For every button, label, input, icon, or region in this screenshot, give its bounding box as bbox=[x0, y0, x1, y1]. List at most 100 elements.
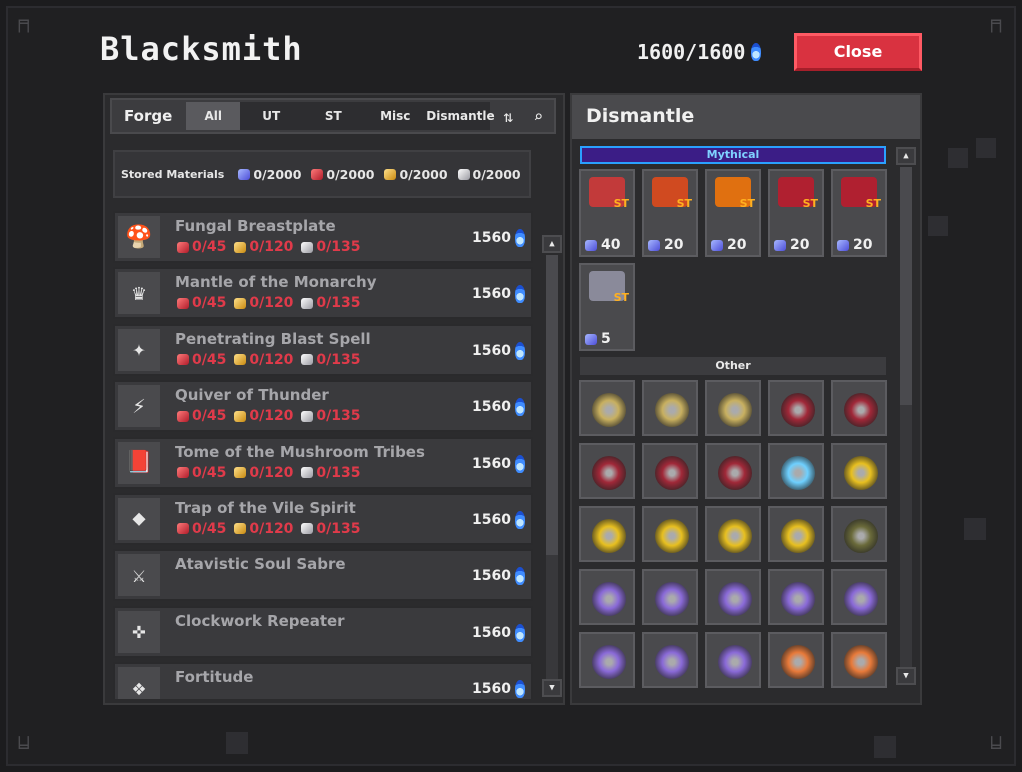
decor-block bbox=[964, 518, 986, 540]
requirement: 0/45 bbox=[177, 352, 226, 368]
scroll-thumb[interactable] bbox=[546, 255, 558, 555]
dismantle-slot[interactable] bbox=[705, 443, 761, 499]
red-crystal-icon bbox=[311, 168, 324, 180]
forge-item-row[interactable]: ◆ Trap of the Vile Spirit 0/45 0/120 0/135 15… bbox=[113, 492, 533, 545]
dismantle-slot[interactable] bbox=[831, 569, 887, 625]
forge-item-row[interactable]: ❖ Fortitude 1560 bbox=[113, 662, 533, 699]
blue-crystal-icon bbox=[774, 239, 786, 251]
tab-st[interactable]: ST bbox=[302, 102, 364, 130]
orb-icon bbox=[844, 393, 878, 427]
search-icon[interactable]: ⌕ bbox=[526, 104, 550, 128]
trap-icon: ◆ bbox=[118, 497, 160, 540]
cost-value: 1560 bbox=[472, 342, 511, 359]
forge-item-row[interactable]: ✜ Clockwork Repeater 1560 bbox=[113, 605, 533, 658]
orb-icon bbox=[781, 582, 815, 616]
blue-flame-icon bbox=[515, 454, 525, 473]
blue-flame-icon bbox=[751, 43, 762, 61]
dismantle-slot[interactable] bbox=[579, 443, 635, 499]
tome-icon: 📕 bbox=[118, 441, 160, 484]
corner-ornament: ╘╛ bbox=[986, 737, 1006, 758]
tab-misc[interactable]: Misc bbox=[364, 102, 426, 130]
dismantle-slot[interactable]: ST 5 bbox=[579, 263, 635, 351]
dismantle-scrollbar[interactable]: ▲ ▼ bbox=[896, 147, 916, 685]
blue-crystal-icon bbox=[711, 239, 723, 251]
forge-item-row[interactable]: ♛ Mantle of the Monarchy 0/45 0/120 0/135 156… bbox=[113, 267, 533, 320]
dismantle-slot[interactable] bbox=[768, 506, 824, 562]
scroll-thumb[interactable] bbox=[900, 167, 912, 405]
tab-ut[interactable]: UT bbox=[240, 102, 302, 130]
sort-icon[interactable]: ⇅ bbox=[496, 104, 520, 128]
dismantle-slot[interactable] bbox=[642, 632, 698, 688]
forge-item-row[interactable]: ⚔ Atavistic Soul Sabre 1560 bbox=[113, 549, 533, 602]
material-blue: 0/2000 bbox=[238, 167, 301, 182]
orb-icon bbox=[655, 456, 689, 490]
scroll-down-button[interactable]: ▼ bbox=[542, 679, 562, 697]
dismantle-slot[interactable] bbox=[768, 443, 824, 499]
dismantle-slot[interactable] bbox=[768, 380, 824, 436]
gold-ore-icon bbox=[234, 354, 247, 366]
dismantle-slot[interactable] bbox=[642, 380, 698, 436]
st-tag: ST bbox=[613, 197, 629, 210]
silver-ore-icon bbox=[301, 241, 314, 253]
scroll-up-button[interactable]: ▲ bbox=[896, 147, 916, 165]
quiver-icon: ⚡ bbox=[118, 385, 160, 428]
tab-all[interactable]: All bbox=[186, 102, 241, 130]
requirement-value: 0/45 bbox=[192, 295, 227, 312]
forge-item-row[interactable]: 🍄 Fungal Breastplate 0/45 0/120 0/135 1560 bbox=[113, 211, 533, 263]
requirement: 0/135 bbox=[301, 239, 361, 255]
dismantle-slot[interactable] bbox=[831, 380, 887, 436]
dismantle-slot[interactable] bbox=[768, 569, 824, 625]
red-crystal-icon bbox=[177, 410, 189, 422]
corner-ornament: ╘╛ bbox=[14, 737, 34, 758]
dismantle-slot[interactable]: ST 20 bbox=[705, 169, 761, 257]
dismantle-slot[interactable] bbox=[642, 443, 698, 499]
filter-tabs: All UT ST Misc Dismantle bbox=[186, 102, 495, 130]
stored-materials: Stored Materials 0/2000 0/2000 0/2000 0/… bbox=[113, 150, 531, 198]
decor-block bbox=[874, 736, 896, 758]
dismantle-slot[interactable] bbox=[831, 443, 887, 499]
scroll-track[interactable] bbox=[900, 167, 912, 667]
dismantle-slot[interactable]: ST 20 bbox=[768, 169, 824, 257]
orb-icon bbox=[718, 582, 752, 616]
scroll-down-button[interactable]: ▼ bbox=[896, 667, 916, 685]
dismantle-slot[interactable] bbox=[705, 380, 761, 436]
quantity-value: 40 bbox=[601, 237, 621, 253]
dismantle-slot[interactable]: ST 20 bbox=[831, 169, 887, 257]
scroll-track[interactable] bbox=[546, 255, 558, 679]
forge-item-row[interactable]: 📕 Tome of the Mushroom Tribes 0/45 0/120 0/1… bbox=[113, 436, 533, 489]
dismantle-slot[interactable] bbox=[642, 569, 698, 625]
orb-icon bbox=[718, 393, 752, 427]
dismantle-slot[interactable] bbox=[579, 380, 635, 436]
dismantle-slot[interactable] bbox=[705, 569, 761, 625]
close-button[interactable]: Close bbox=[794, 33, 922, 71]
blue-crystal-icon bbox=[837, 239, 849, 251]
item-name: Trap of the Vile Spirit bbox=[175, 498, 356, 517]
tab-dismantle[interactable]: Dismantle bbox=[426, 102, 494, 130]
blue-flame-icon bbox=[515, 285, 525, 304]
forge-scrollbar[interactable]: ▲ ▼ bbox=[542, 235, 562, 697]
dismantle-slot[interactable] bbox=[579, 632, 635, 688]
item-requirements: 0/45 0/120 0/135 bbox=[177, 521, 361, 537]
dismantle-slot[interactable] bbox=[831, 506, 887, 562]
blue-flame-icon bbox=[515, 398, 525, 417]
dismantle-slot[interactable] bbox=[768, 632, 824, 688]
forge-item-row[interactable]: ⚡ Quiver of Thunder 0/45 0/120 0/135 1560 bbox=[113, 380, 533, 433]
dismantle-slot[interactable]: ST 40 bbox=[579, 169, 635, 257]
dismantle-slot[interactable] bbox=[642, 506, 698, 562]
dismantle-slot[interactable] bbox=[705, 506, 761, 562]
decor-block bbox=[928, 216, 948, 236]
dismantle-slot[interactable] bbox=[705, 632, 761, 688]
orb-icon bbox=[655, 519, 689, 553]
forge-item-row[interactable]: ✦ Penetrating Blast Spell 0/45 0/120 0/135 15… bbox=[113, 323, 533, 376]
item-name: Penetrating Blast Spell bbox=[175, 329, 371, 348]
requirement-value: 0/135 bbox=[316, 351, 361, 368]
dismantle-title: Dismantle bbox=[572, 95, 920, 139]
dismantle-slot[interactable] bbox=[579, 506, 635, 562]
item-cost: 1560 bbox=[472, 680, 525, 699]
dismantle-slot[interactable] bbox=[831, 632, 887, 688]
dismantle-slot[interactable] bbox=[579, 569, 635, 625]
scroll-up-button[interactable]: ▲ bbox=[542, 235, 562, 253]
dismantle-slot[interactable]: ST 20 bbox=[642, 169, 698, 257]
item-cost: 1560 bbox=[472, 510, 525, 529]
forge-item-list: 🍄 Fungal Breastplate 0/45 0/120 0/135 1560 ♛ Ma… bbox=[113, 211, 533, 699]
